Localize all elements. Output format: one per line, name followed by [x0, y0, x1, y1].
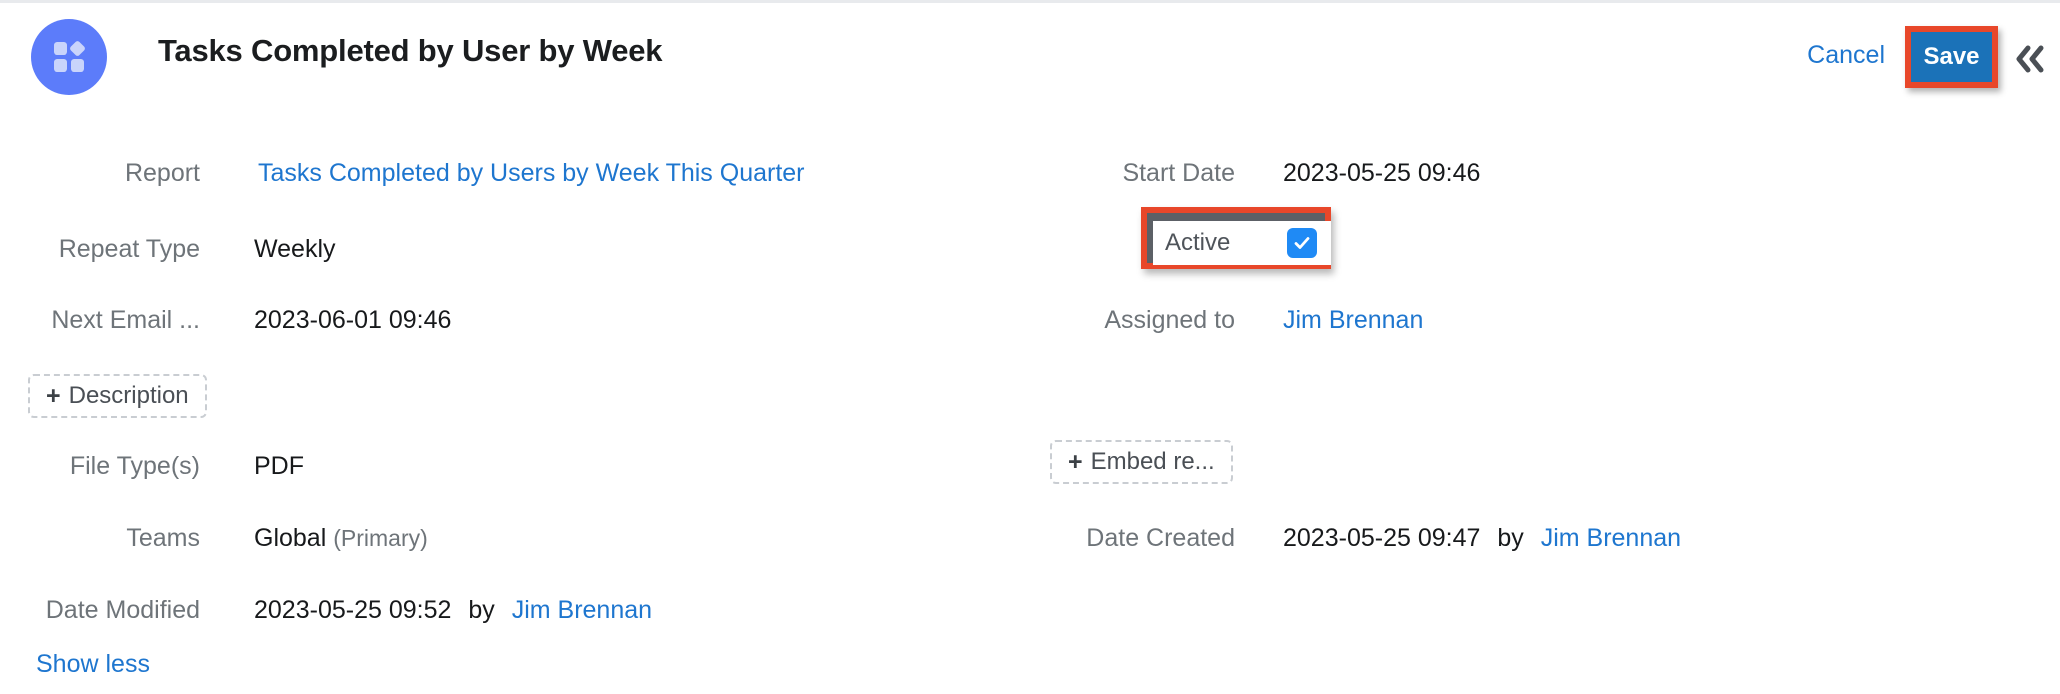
field-value-start-date[interactable]: 2023-05-25 09:46: [1283, 159, 1480, 188]
field-label-report: Report: [124, 159, 200, 187]
field-label-next-email: Next Email ...: [51, 306, 200, 334]
field-value-next-email[interactable]: 2023-06-01 09:46: [254, 306, 451, 335]
reports-grid-icon: [31, 19, 107, 95]
record-header: Tasks Completed by User by Week Cancel S…: [0, 3, 2060, 116]
show-less-toggle[interactable]: Show less: [36, 650, 150, 679]
field-label-date-modified: Date Modified: [45, 596, 200, 624]
save-button[interactable]: Save: [1911, 32, 1992, 82]
teams-primary-suffix: (Primary): [333, 525, 428, 551]
teams-primary-name: Global: [254, 524, 327, 552]
active-checkbox-label: Active: [1165, 229, 1231, 256]
plus-icon: +: [46, 381, 61, 410]
date-modified-user[interactable]: Jim Brennan: [512, 596, 652, 624]
double-chevron-left-icon[interactable]: [2012, 43, 2048, 75]
field-value-assigned-to[interactable]: Jim Brennan: [1283, 306, 1423, 335]
date-created-timestamp: 2023-05-25 09:47: [1283, 524, 1481, 552]
cancel-button[interactable]: Cancel: [1807, 41, 1885, 70]
plus-icon: +: [1068, 447, 1083, 476]
field-label-assigned-to: Assigned to: [1104, 306, 1235, 334]
add-description-label: Description: [68, 382, 189, 409]
field-value-report[interactable]: Tasks Completed by Users by Week This Qu…: [258, 159, 805, 188]
date-created-user[interactable]: Jim Brennan: [1541, 524, 1681, 552]
field-label-file-types: File Type(s): [69, 452, 200, 480]
date-modified-by-word: by: [468, 596, 495, 624]
date-created-by-word: by: [1497, 524, 1524, 552]
checkmark-icon: [1294, 237, 1310, 249]
field-label-date-created: Date Created: [1086, 524, 1235, 552]
record-fields: Report Tasks Completed by Users by Week …: [0, 116, 2060, 694]
add-description-button[interactable]: + Description: [28, 374, 207, 418]
save-button-highlight-wrapper: Save: [1905, 26, 1998, 88]
field-value-repeat-type[interactable]: Weekly: [254, 235, 336, 264]
add-embed-report-button[interactable]: + Embed re...: [1050, 440, 1233, 484]
date-modified-timestamp: 2023-05-25 09:52: [254, 596, 452, 624]
field-value-teams[interactable]: Global (Primary): [254, 524, 428, 553]
field-value-file-types[interactable]: PDF: [254, 452, 304, 481]
add-embed-report-label: Embed re...: [1090, 448, 1215, 475]
active-checkbox-highlight-box: Active: [1141, 207, 1331, 269]
active-checkbox[interactable]: [1287, 228, 1317, 258]
record-detail-page: Tasks Completed by User by Week Cancel S…: [0, 0, 2060, 694]
field-value-date-created: 2023-05-25 09:47 by Jim Brennan: [1283, 524, 1681, 553]
field-value-date-modified: 2023-05-25 09:52 by Jim Brennan: [254, 596, 652, 625]
field-label-teams: Teams: [126, 524, 200, 552]
field-label-start-date: Start Date: [1122, 159, 1235, 187]
page-title: Tasks Completed by User by Week: [158, 33, 663, 68]
active-checkbox-field[interactable]: Active: [1153, 221, 1331, 265]
field-label-repeat-type: Repeat Type: [58, 235, 200, 263]
